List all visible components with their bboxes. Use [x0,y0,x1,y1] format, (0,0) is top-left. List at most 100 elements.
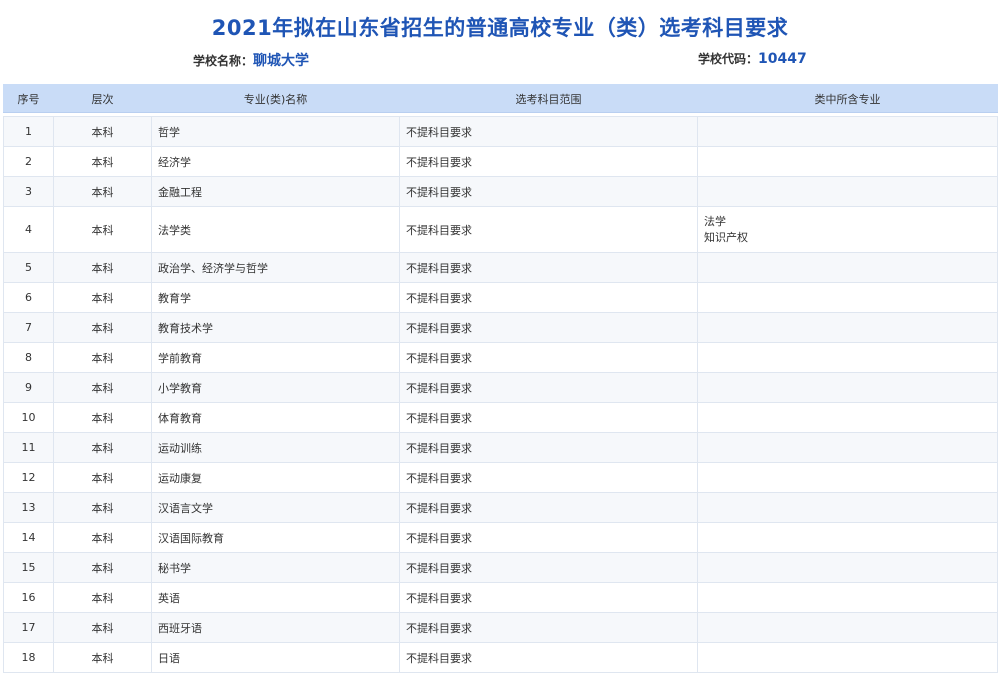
cell-major: 秘书学 [151,552,400,583]
cell-included-majors [697,552,998,583]
cell-included-majors [697,176,998,207]
cell-level: 本科 [53,432,152,463]
cell-major: 汉语言文学 [151,492,400,523]
cell-requirement: 不提科目要求 [399,342,698,373]
included-major: 知识产权 [704,230,748,244]
table-row: 9 本科 小学教育 不提科目要求 [3,372,998,403]
cell-requirement: 不提科目要求 [399,522,698,553]
included-major: 法学 [704,214,726,228]
cell-included-majors [697,252,998,283]
cell-major: 教育技术学 [151,312,400,343]
cell-major: 金融工程 [151,176,400,207]
cell-major: 哲学 [151,116,400,147]
cell-level: 本科 [53,582,152,613]
cell-no: 17 [3,612,54,643]
table-row: 5 本科 政治学、经济学与哲学 不提科目要求 [3,252,998,283]
table-row: 8 本科 学前教育 不提科目要求 [3,342,998,373]
cell-included-majors [697,312,998,343]
cell-major: 经济学 [151,146,400,177]
header-requirement: 选考科目范围 [399,84,698,113]
table-row: 11 本科 运动训练 不提科目要求 [3,432,998,463]
cell-requirement: 不提科目要求 [399,582,698,613]
cell-requirement: 不提科目要求 [399,492,698,523]
cell-no: 1 [3,116,54,147]
cell-included-majors [697,402,998,433]
table-row: 4 本科 法学类 不提科目要求 法学知识产权 [3,206,998,253]
cell-level: 本科 [53,176,152,207]
cell-level: 本科 [53,492,152,523]
cell-no: 14 [3,522,54,553]
cell-level: 本科 [53,146,152,177]
cell-level: 本科 [53,342,152,373]
cell-requirement: 不提科目要求 [399,642,698,673]
cell-included-majors [697,522,998,553]
cell-no: 5 [3,252,54,283]
table-row: 18 本科 日语 不提科目要求 [3,642,998,673]
cell-no: 11 [3,432,54,463]
cell-major: 西班牙语 [151,612,400,643]
table-row: 15 本科 秘书学 不提科目要求 [3,552,998,583]
header-no: 序号 [3,84,54,113]
cell-included-majors [697,612,998,643]
table-row: 7 本科 教育技术学 不提科目要求 [3,312,998,343]
cell-major: 小学教育 [151,372,400,403]
cell-included-majors [697,492,998,523]
cell-major: 日语 [151,642,400,673]
cell-requirement: 不提科目要求 [399,612,698,643]
school-name-value: 聊城大学 [253,53,310,69]
table-row: 2 本科 经济学 不提科目要求 [3,146,998,177]
header-included-majors: 类中所含专业 [697,84,998,113]
cell-level: 本科 [53,552,152,583]
cell-major: 法学类 [151,206,400,253]
cell-major: 政治学、经济学与哲学 [151,252,400,283]
school-code: 学校代码：10447 [698,50,807,67]
cell-no: 8 [3,342,54,373]
cell-level: 本科 [53,282,152,313]
school-name-label: 学校名称： [193,54,254,68]
cell-included-majors [697,462,998,493]
cell-included-majors: 法学 知识产权 [697,206,998,253]
cell-included-majors [697,116,998,147]
cell-no: 4 [3,206,54,253]
cell-level: 本科 [53,206,152,253]
requirements-table: 序号 层次 专业(类)名称 选考科目范围 类中所含专业 1 本科 哲学 不提科目要求 2… [3,84,998,673]
page-title: 2021年拟在山东省招生的普通高校专业（类）选考科目要求 [211,16,789,40]
cell-major: 汉语国际教育 [151,522,400,553]
table-body: 1 本科 哲学 不提科目要求 2 本科 经济学 不提科目要求 3 本科 金融工程 不提科目要求 4 本科法… [3,112,998,673]
school-info-row: 学校名称：聊城大学 学校代码：10447 [0,50,1000,70]
cell-requirement: 不提科目要求 [399,372,698,403]
cell-level: 本科 [53,402,152,433]
cell-level: 本科 [53,116,152,147]
table-row: 10 本科 体育教育 不提科目要求 [3,402,998,433]
table-row: 17 本科 西班牙语 不提科目要求 [3,612,998,643]
cell-level: 本科 [53,522,152,553]
table-row: 13 本科 汉语言文学 不提科目要求 [3,492,998,523]
cell-requirement: 不提科目要求 [399,402,698,433]
cell-requirement: 不提科目要求 [399,176,698,207]
cell-requirement: 不提科目要求 [399,206,698,253]
cell-major: 英语 [151,582,400,613]
cell-requirement: 不提科目要求 [399,312,698,343]
cell-included-majors [697,372,998,403]
cell-no: 3 [3,176,54,207]
cell-included-majors [697,582,998,613]
cell-requirement: 不提科目要求 [399,432,698,463]
header-level: 层次 [53,84,152,113]
cell-level: 本科 [53,642,152,673]
cell-level: 本科 [53,372,152,403]
page: 2021年拟在山东省招生的普通高校专业（类）选考科目要求 学校名称：聊城大学 学… [0,0,1000,673]
table-row: 14 本科 汉语国际教育 不提科目要求 [3,522,998,553]
cell-requirement: 不提科目要求 [399,552,698,583]
cell-no: 6 [3,282,54,313]
school-code-label: 学校代码： [698,52,759,66]
cell-included-majors [697,342,998,373]
cell-requirement: 不提科目要求 [399,252,698,283]
cell-major: 学前教育 [151,342,400,373]
cell-requirement: 不提科目要求 [399,282,698,313]
table-row: 16 本科 英语 不提科目要求 [3,582,998,613]
cell-major: 运动康复 [151,462,400,493]
cell-level: 本科 [53,312,152,343]
cell-included-majors [697,432,998,463]
cell-level: 本科 [53,462,152,493]
table-row: 3 本科 金融工程 不提科目要求 [3,176,998,207]
